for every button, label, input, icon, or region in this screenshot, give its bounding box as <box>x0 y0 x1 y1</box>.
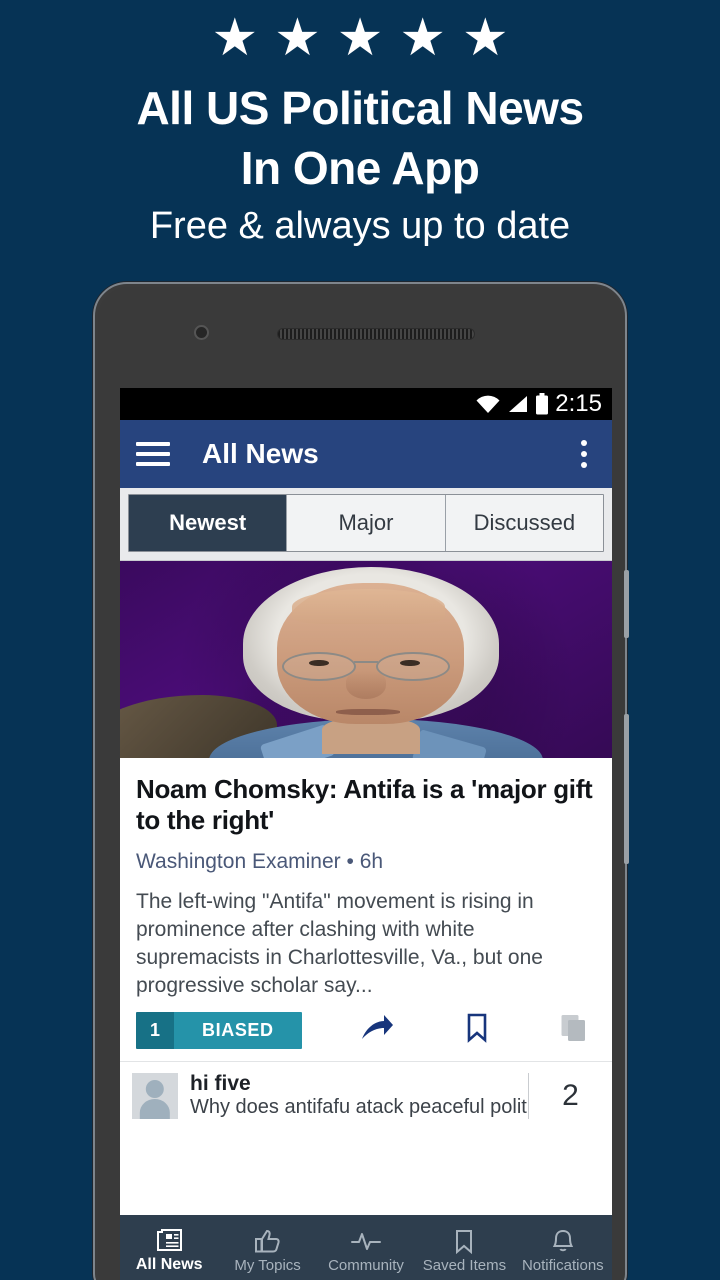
bias-badge[interactable]: 1 BIASED <box>136 1012 302 1049</box>
phone-power-button <box>624 570 629 638</box>
mouth-shape <box>336 708 401 715</box>
pulse-activity-icon <box>351 1232 382 1250</box>
star-icon: ★ <box>399 9 446 67</box>
phone-body: 2:15 All News Newest Major Discussed Noa… <box>98 287 624 1280</box>
phone-volume-button <box>624 714 629 864</box>
phone-mockup: 2:15 All News Newest Major Discussed Noa… <box>93 282 629 1280</box>
promo-subheadline: Free & always up to date <box>149 205 571 247</box>
article-text-block: Noam Chomsky: Antifa is a 'major gift to… <box>120 758 612 1000</box>
eye-right-shape <box>400 659 421 667</box>
promo-headline: All US Political News In One App <box>0 78 720 198</box>
app-bar: All News <box>120 420 612 488</box>
user-avatar-placeholder <box>132 1072 178 1119</box>
front-camera-icon <box>194 325 209 340</box>
hamburger-menu-icon[interactable] <box>136 442 170 466</box>
star-icon: ★ <box>274 9 321 67</box>
bias-label: BIASED <box>174 1012 302 1049</box>
newspaper-icon <box>156 1229 182 1251</box>
status-bar: 2:15 <box>120 388 612 420</box>
nav-label: Saved Items <box>422 1256 507 1274</box>
share-arrow-icon[interactable] <box>360 1014 394 1047</box>
article-image[interactable] <box>120 561 612 758</box>
status-clock: 2:15 <box>555 390 602 417</box>
nav-label: Notifications <box>521 1256 604 1274</box>
article-summary: The left-wing "Antifa" movement is risin… <box>136 890 543 997</box>
bookmark-icon[interactable] <box>466 1013 488 1048</box>
segmented-tabs: Newest Major Discussed <box>120 488 612 561</box>
phone-screen: 2:15 All News Newest Major Discussed Noa… <box>120 388 612 1280</box>
battery-icon <box>536 393 549 415</box>
article-actions: 1 BIASED <box>120 1000 612 1062</box>
eyeglass-right-icon <box>375 651 450 682</box>
promo-headline-line1: All US Political News <box>136 82 584 134</box>
tab-newest[interactable]: Newest <box>129 495 288 551</box>
eyeglass-bridge <box>353 661 379 664</box>
star-icon: ★ <box>461 9 509 67</box>
article-card[interactable]: Noam Chomsky: Antifa is a 'major gift to… <box>120 561 612 1129</box>
nav-label: Community <box>328 1256 404 1274</box>
overflow-menu-icon[interactable] <box>580 440 588 468</box>
duplicate-copy-icon[interactable] <box>560 1013 588 1048</box>
promo-headline-line2: In One App <box>240 142 480 194</box>
article-time: 6h <box>359 850 384 873</box>
comment-username: hi five <box>190 1072 251 1095</box>
star-rating: ★ ★ ★ ★ ★ <box>0 12 720 64</box>
article-title[interactable]: Noam Chomsky: Antifa is a 'major gift to… <box>136 774 596 836</box>
nav-item-all-news[interactable]: All News <box>120 1228 218 1274</box>
comment-count[interactable]: 2 <box>528 1072 612 1119</box>
nav-label: All News <box>135 1256 203 1273</box>
nav-label: My Topics <box>234 1256 301 1274</box>
bias-count: 1 <box>136 1012 175 1049</box>
page-title: All News <box>202 438 319 469</box>
wifi-icon <box>476 395 500 413</box>
comment-text: Why does antifafu atack peaceful politic… <box>190 1096 528 1118</box>
earpiece-speaker <box>277 328 475 340</box>
star-icon: ★ <box>211 9 259 67</box>
star-icon: ★ <box>336 9 384 67</box>
bookmark-icon <box>456 1229 473 1254</box>
article-source: Washington Examiner <box>136 850 341 873</box>
nav-item-my-topics[interactable]: My Topics <box>218 1229 316 1274</box>
eye-left-shape <box>309 659 330 667</box>
nav-item-saved-items[interactable]: Saved Items <box>415 1229 513 1274</box>
eyeglass-left-icon <box>282 651 357 682</box>
bottom-navigation: All News My Topics Community Saved Items… <box>120 1215 612 1280</box>
nav-item-notifications[interactable]: Notifications <box>514 1229 612 1274</box>
nav-item-community[interactable]: Community <box>317 1229 415 1274</box>
tab-major[interactable]: Major <box>287 495 446 551</box>
bell-icon <box>552 1229 573 1251</box>
tab-discussed[interactable]: Discussed <box>445 495 603 551</box>
article-meta: Washington Examiner • 6h <box>136 850 596 874</box>
nose-shape <box>346 671 386 699</box>
cellular-signal-icon <box>509 396 528 412</box>
thumbs-up-icon <box>255 1229 280 1252</box>
forehead-shape <box>292 588 445 625</box>
promo-banner: ★ ★ ★ ★ ★ All US Political News In One A… <box>0 0 720 1280</box>
meta-separator: • <box>346 850 354 873</box>
comment-row[interactable]: hi five Why does antifafu atack peaceful… <box>120 1062 612 1129</box>
comment-content: hi five Why does antifafu atack peaceful… <box>178 1072 528 1119</box>
